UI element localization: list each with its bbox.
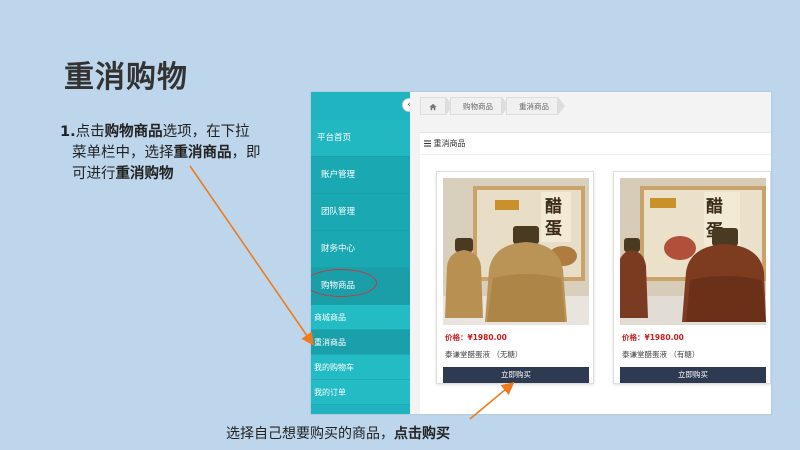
step-text-5: 可进行 — [72, 166, 116, 182]
menu-icon — [424, 140, 431, 147]
product-panel: 重消商品 醋 蛋 价格：¥1980.00 泰谦堂醋蛋液 （无糖） 立即购买 醋 … — [420, 132, 771, 414]
breadcrumb-repurchase-label: 重消商品 — [519, 102, 549, 111]
product-image: 醋 蛋 — [620, 178, 766, 325]
step-bold-1: 购物商品 — [104, 124, 163, 140]
slide-title: 重消购物 — [64, 60, 188, 95]
sidebar-item-home[interactable]: 平台首页 — [311, 120, 410, 157]
product-name: 泰谦堂醋蛋液 （有糖） — [622, 350, 700, 359]
sidebar: ‹ 平台首页 账户管理 团队管理 财务中心 购物商品 商城商品 重消商品 我的购… — [311, 92, 416, 414]
panel-title: 重消商品 — [420, 133, 771, 155]
product-image: 醋 蛋 — [443, 178, 589, 325]
product-card[interactable]: 醋 蛋 价格：¥1980.00 泰谦堂醋蛋液 （无糖） 立即购买 — [436, 171, 594, 384]
breadcrumb-shopping-label: 购物商品 — [463, 102, 493, 111]
step-text-2: 选项，在下拉 — [162, 124, 250, 140]
bottom-bold: 点击购买 — [394, 426, 450, 442]
home-icon — [429, 103, 437, 111]
subnav-item-orders[interactable]: 我的订单 — [311, 380, 410, 405]
step-text-1: 点击 — [75, 124, 105, 140]
subnav-item-mall[interactable]: 商城商品 — [311, 305, 410, 330]
step-text-3: 菜单栏中，选择 — [72, 145, 174, 161]
subnav-item-repurchase[interactable]: 重消商品 — [311, 330, 410, 355]
breadcrumb-repurchase[interactable]: 重消商品 — [506, 97, 565, 115]
breadcrumb: 购物商品 重消商品 — [420, 96, 565, 116]
svg-text:醋: 醋 — [545, 196, 562, 217]
product-card[interactable]: 醋 蛋 价格：¥1980.00 泰谦堂醋蛋液 （有糖） 立即购买 — [613, 171, 771, 384]
svg-text:蛋: 蛋 — [545, 219, 562, 239]
bottom-text: 选择自己想要购买的商品， — [226, 426, 394, 442]
step-text-4: ，即 — [231, 145, 261, 161]
step-bold-2: 重消商品 — [173, 145, 232, 161]
buy-now-button[interactable]: 立即购买 — [620, 367, 766, 383]
step-bold-3: 重消购物 — [115, 166, 174, 182]
product-price: 价格：¥1980.00 — [622, 333, 684, 342]
product-name: 泰谦堂醋蛋液 （无糖） — [445, 350, 523, 359]
breadcrumb-home[interactable] — [420, 97, 453, 115]
sidebar-item-team[interactable]: 团队管理 — [311, 194, 410, 231]
sidebar-item-finance[interactable]: 财务中心 — [311, 231, 410, 268]
step-instruction: 1.点击购物商品选项，在下拉 菜单栏中，选择重消商品，即 可进行重消购物 — [60, 122, 300, 185]
product-price: 价格：¥1980.00 — [445, 333, 507, 342]
panel-title-text: 重消商品 — [433, 139, 466, 148]
bottom-instruction: 选择自己想要购买的商品，点击购买 — [226, 423, 450, 443]
step-number: 1. — [60, 124, 76, 140]
buy-now-button[interactable]: 立即购买 — [443, 367, 589, 383]
svg-text:醋: 醋 — [706, 196, 723, 217]
main-content: 购物商品 重消商品 重消商品 醋 蛋 价格：¥1980.00 泰谦堂醋蛋液 （无… — [410, 92, 771, 414]
arrow-to-repurchase-item — [189, 165, 314, 346]
sidebar-item-account[interactable]: 账户管理 — [311, 157, 410, 194]
app-screenshot: ‹ 平台首页 账户管理 团队管理 财务中心 购物商品 商城商品 重消商品 我的购… — [311, 92, 771, 414]
sidebar-header: ‹ — [311, 92, 416, 120]
subnav-item-cart[interactable]: 我的购物车 — [311, 355, 410, 380]
breadcrumb-shopping[interactable]: 购物商品 — [450, 97, 509, 115]
